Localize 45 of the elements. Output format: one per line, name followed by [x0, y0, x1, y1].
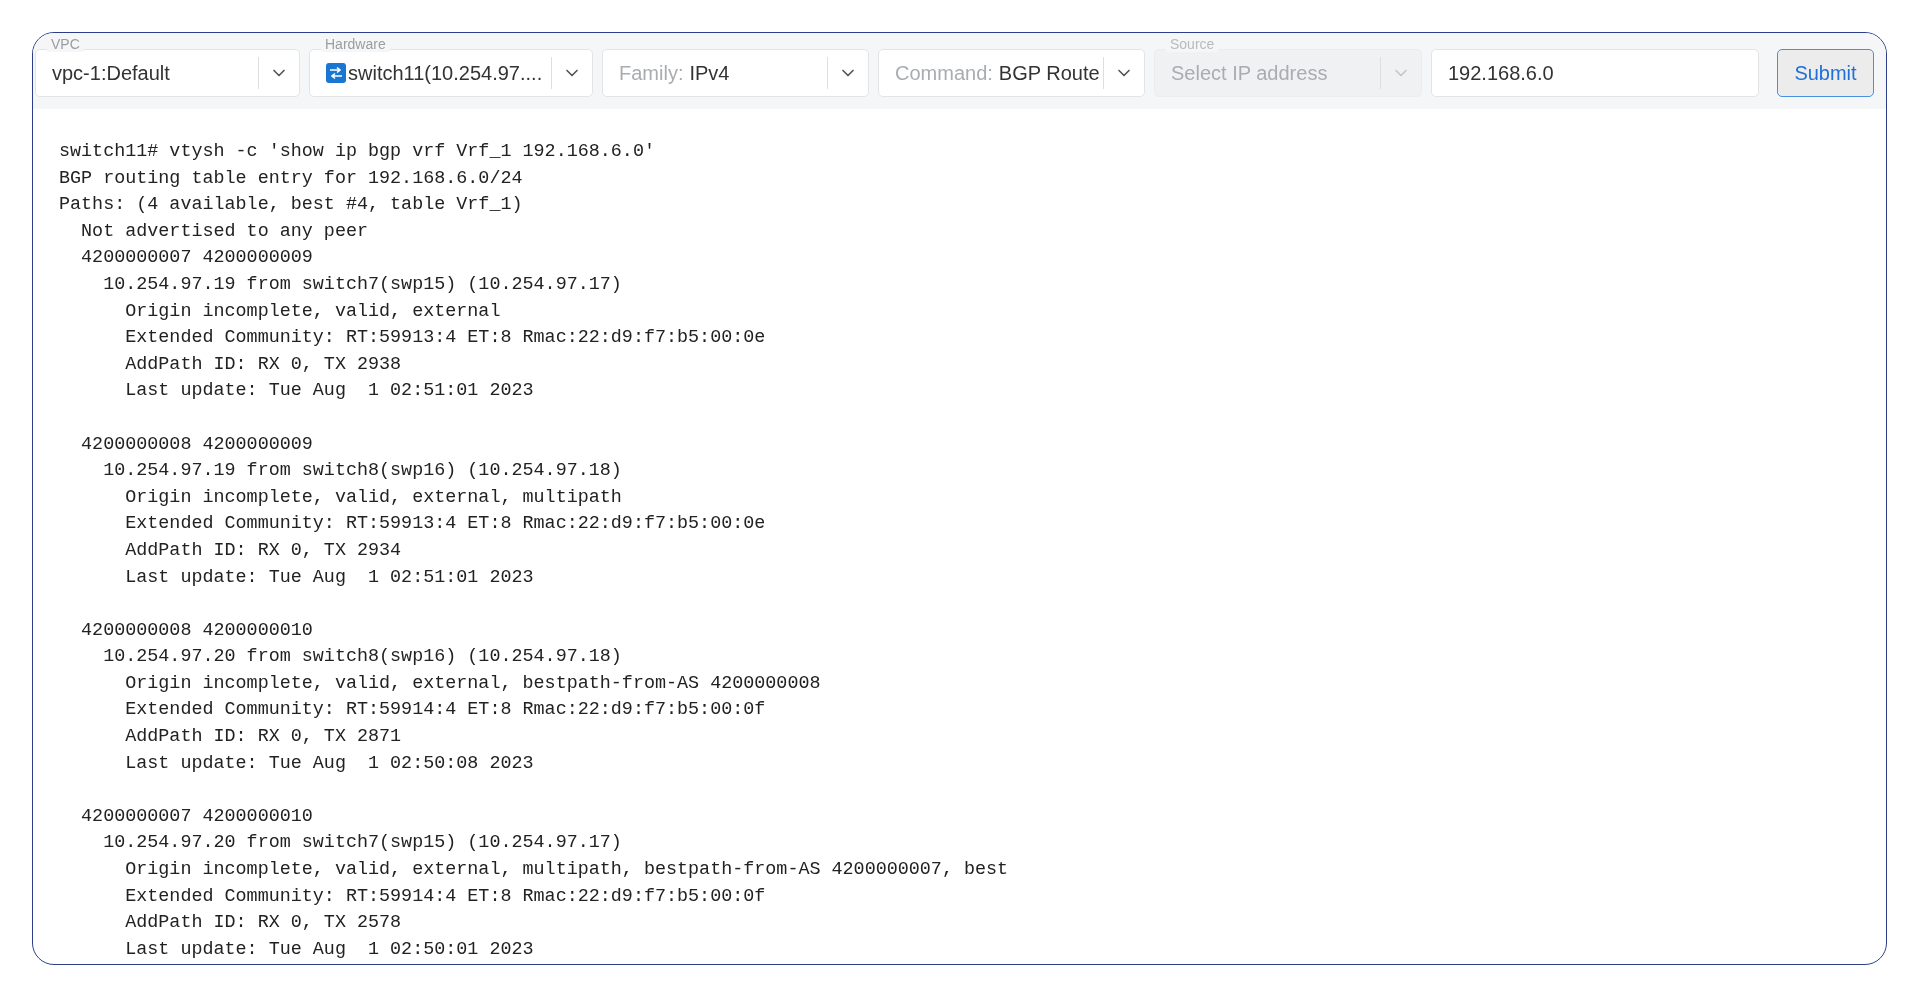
field-prefix: Family:	[619, 61, 684, 86]
network-switch-icon	[326, 63, 346, 83]
output-line: AddPath ID: RX 0, TX 2938	[124, 352, 402, 377]
output-line: Extended Community: RT:59914:4 ET:8 Rmac:22:d9:f7:b5:00:0f	[124, 884, 766, 909]
placeholder-text: Select IP address	[1171, 61, 1328, 86]
output-line: AddPath ID: RX 0, TX 2934	[124, 538, 402, 563]
output-line: Paths: (4 available, best #4, table Vrf_1)	[59, 193, 523, 218]
field-label: VPC	[47, 36, 84, 52]
dropdown-select[interactable]: vpc-1:Default	[35, 49, 300, 97]
output-line: Last update: Tue Aug 1 02:51:01 2023	[124, 379, 534, 404]
output-line: switch11# vtysh -c 'show ip bgp vrf Vrf_1 192.168.6.0'	[59, 140, 655, 164]
dropdown-select[interactable]: Command: BGP Route	[878, 49, 1145, 97]
selected-value: vpc-1:Default	[52, 61, 170, 86]
output-line: Last update: Tue Aug 1 02:51:01 2023	[124, 565, 534, 590]
output-line: Extended Community: RT:59913:4 ET:8 Rmac:22:d9:f7:b5:00:0e	[124, 326, 766, 351]
output-line: 10.254.97.19 from switch7(swp15) (10.254.97.17)	[102, 272, 622, 297]
output-line: Extended Community: RT:59914:4 ET:8 Rmac:22:d9:f7:b5:00:0f	[124, 698, 766, 723]
field-prefix: Command:	[895, 61, 993, 86]
dropdown-select[interactable]: switch11(10.254.97....	[309, 49, 593, 97]
ip-address-field[interactable]: 192.168.6.0	[1431, 49, 1759, 97]
output-line: AddPath ID: RX 0, TX 2578	[124, 911, 402, 936]
output-line: Origin incomplete, valid, external, multipath	[124, 485, 622, 510]
output-line: Last update: Tue Aug 1 02:50:08 2023	[124, 751, 534, 776]
submit-button[interactable]: Submit	[1777, 49, 1874, 97]
output-line: AddPath ID: RX 0, TX 2871	[124, 725, 402, 750]
output-line: Not advertised to any peer	[80, 219, 368, 244]
output-line: Origin incomplete, valid, external, multipath, bestpath-from-AS 4200000007, best	[124, 858, 1009, 883]
output-line: Origin incomplete, valid, external, bestpath-from-AS 4200000008	[124, 671, 821, 696]
selected-value: switch11(10.254.97....	[348, 61, 543, 86]
output-line: BGP routing table entry for 192.168.6.0/24	[59, 166, 523, 191]
output-line: 4200000007 4200000010	[80, 804, 313, 829]
output-line: 10.254.97.20 from switch7(swp15) (10.254.97.17)	[102, 831, 622, 856]
output-line: 10.254.97.20 from switch8(swp16) (10.254.97.18)	[102, 645, 622, 670]
field-label: Source	[1166, 36, 1219, 52]
output-line: Extended Community: RT:59913:4 ET:8 Rmac:22:d9:f7:b5:00:0e	[124, 512, 766, 537]
output-line: Origin incomplete, valid, external	[124, 299, 501, 324]
output-line: Last update: Tue Aug 1 02:50:01 2023	[124, 937, 534, 962]
output-line: 4200000008 4200000009	[80, 432, 313, 457]
field-label: Hardware	[321, 36, 390, 52]
output-line: 4200000008 4200000010	[80, 618, 313, 643]
selected-value: BGP Route	[998, 61, 1100, 86]
dropdown-select[interactable]: Family: IPv4	[602, 49, 869, 97]
output-line: 10.254.97.19 from switch8(swp16) (10.254.97.18)	[102, 459, 622, 484]
selected-value: IPv4	[689, 61, 730, 86]
output-line: 4200000007 4200000009	[80, 246, 313, 271]
